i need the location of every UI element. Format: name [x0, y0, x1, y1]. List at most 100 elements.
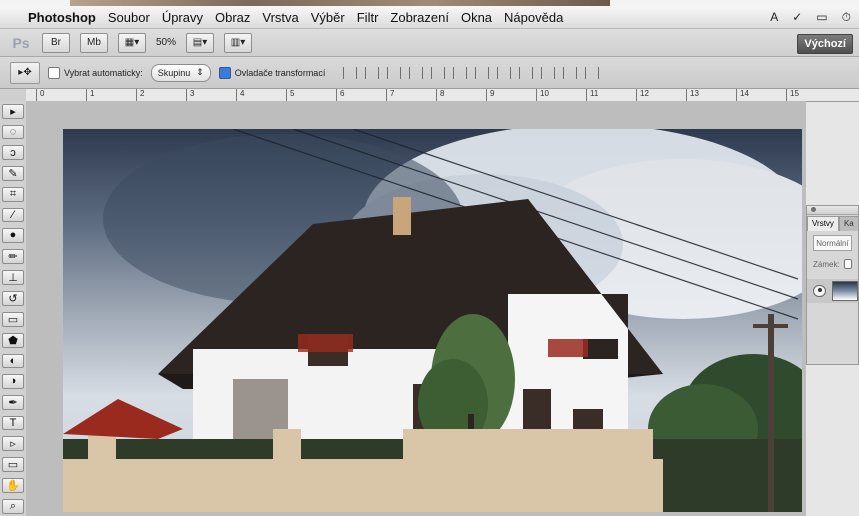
ruler-label-3: 3 [190, 89, 195, 98]
menu-vyber[interactable]: Výběr [311, 10, 345, 25]
stamp-tool-icon[interactable]: ⊥ [2, 269, 24, 285]
close-icon[interactable] [811, 207, 816, 212]
extras-button[interactable]: ▥▾ [224, 32, 253, 53]
arrange-documents-button[interactable]: ▦▾ [118, 32, 146, 53]
screen-mode-button[interactable]: ▤▾ [186, 32, 215, 53]
distribute-icon[interactable] [519, 66, 534, 79]
brush-tool-icon[interactable]: ✏ [2, 248, 24, 264]
panel-tabs: Vrstvy Ka [807, 215, 859, 231]
layer-row[interactable] [807, 279, 858, 303]
bridge-button[interactable]: Br [42, 32, 70, 53]
align-icon[interactable] [431, 66, 446, 79]
menu-obraz[interactable]: Obraz [215, 10, 250, 25]
distribute-icon[interactable] [563, 66, 578, 79]
menu-napoveda[interactable]: Nápověda [504, 10, 563, 25]
ruler-label-0: 0 [40, 89, 45, 98]
menu-vrstva[interactable]: Vrstva [262, 10, 298, 25]
photoshop-logo: Ps [12, 34, 30, 51]
clock-icon[interactable]: ⏱ [842, 10, 851, 25]
distribute-icon[interactable] [475, 66, 490, 79]
adobe-icon[interactable]: A [770, 10, 778, 24]
ruler-label-14: 14 [740, 89, 749, 98]
auto-select-box[interactable] [48, 66, 60, 79]
ruler-label-5: 5 [290, 89, 295, 98]
eraser-tool-icon[interactable]: ▭ [2, 311, 24, 327]
menu-okna[interactable]: Okna [461, 10, 492, 25]
menu-soubor[interactable]: Soubor [108, 10, 150, 25]
canvas-area[interactable] [26, 101, 806, 516]
menu-app-name[interactable]: Photoshop [28, 10, 96, 25]
ruler-label-7: 7 [390, 89, 395, 98]
align-distribute-icons [343, 66, 600, 79]
blend-mode-select[interactable]: Normální [813, 235, 852, 251]
align-icon[interactable] [365, 66, 380, 79]
options-bar: ▸✥ Vybrat automaticky: Skupinu ⇕ Ovladač… [0, 57, 859, 89]
workspace-button[interactable]: Výchozí [797, 34, 853, 54]
status-icons: A ✓ ▭ ⏱ [770, 6, 851, 28]
ruler-label-4: 4 [240, 89, 245, 98]
auto-select-label: Vybrat automaticky: [64, 67, 143, 78]
menu-zobrazeni[interactable]: Zobrazení [390, 10, 449, 25]
type-tool-icon[interactable]: T [2, 415, 24, 430]
move-tool-icon[interactable]: ▸ [2, 104, 24, 119]
ruler-label-13: 13 [690, 89, 699, 98]
layer-thumbnail [832, 281, 858, 301]
auto-select-checkbox[interactable]: Vybrat automaticky: [48, 66, 143, 79]
document-image[interactable] [63, 129, 802, 512]
distribute-icon[interactable] [497, 66, 512, 79]
zoom-level[interactable]: 50% [156, 37, 176, 48]
distribute-icon[interactable] [541, 66, 556, 79]
crop-tool-icon[interactable]: ⌗ [2, 186, 24, 202]
distribute-icon[interactable] [585, 66, 600, 79]
align-icon[interactable] [453, 66, 468, 79]
tab-layers[interactable]: Vrstvy [807, 215, 839, 231]
transform-controls-checkbox[interactable]: Ovladače transformací [218, 66, 326, 79]
blur-tool-icon[interactable]: ◐ [2, 353, 24, 369]
menu-filtr[interactable]: Filtr [357, 10, 379, 25]
ruler-label-15: 15 [790, 89, 799, 98]
align-icon[interactable] [343, 66, 358, 79]
visibility-eye-icon[interactable] [813, 285, 827, 297]
zoom-tool-icon[interactable]: ⌕ [2, 498, 24, 514]
lock-label: Zámek: [813, 259, 840, 269]
lock-transparent-checkbox[interactable] [843, 259, 852, 269]
menubar: Photoshop Soubor Úpravy Obraz Vrstva Výb… [0, 6, 859, 29]
ruler-label-2: 2 [140, 89, 145, 98]
fence-and-hedge [63, 429, 802, 512]
history-brush-tool-icon[interactable]: ↺ [2, 290, 24, 306]
quick-select-tool-icon[interactable]: ✎ [2, 165, 24, 181]
transform-controls-box[interactable] [218, 66, 231, 79]
house-photo-illustration [63, 129, 802, 512]
spot-heal-tool-icon[interactable]: ● [2, 228, 24, 243]
application-bar: Ps Br Mb ▦▾ 50% ▤▾ ▥▾ Výchozí [0, 29, 859, 57]
ruler-label-8: 8 [440, 89, 445, 98]
ruler-label-12: 12 [640, 89, 649, 98]
shape-tool-icon[interactable]: ▭ [2, 456, 24, 472]
display-icon[interactable]: ▭ [816, 10, 827, 24]
paint-bucket-tool-icon[interactable]: ⬟ [2, 332, 24, 348]
tool-preset-picker[interactable]: ▸✥ [10, 61, 40, 84]
tools-panel: ▸ ◌ ↄ ✎ ⌗ ∕ ● ✏ ⊥ ↺ ▭ ⬟ ◐ ◑ ✒ T ▹ ▭ ✋ ⌕ [2, 104, 24, 514]
hand-tool-icon[interactable]: ✋ [2, 477, 24, 493]
dodge-tool-icon[interactable]: ◑ [2, 374, 24, 389]
ruler-label-6: 6 [340, 89, 345, 98]
menu-upravy[interactable]: Úpravy [162, 10, 203, 25]
pen-tool-icon[interactable]: ✒ [2, 394, 24, 410]
chevron-updown-icon: ⇕ [196, 67, 204, 77]
ruler-label-10: 10 [540, 89, 549, 98]
auto-select-dropdown[interactable]: Skupinu ⇕ [150, 63, 211, 82]
layers-panel: Vrstvy Ka Normální Zámek: [806, 205, 859, 365]
ruler-label-9: 9 [490, 89, 495, 98]
align-icon[interactable] [387, 66, 402, 79]
marquee-tool-icon[interactable]: ◌ [2, 125, 24, 140]
mini-bridge-button[interactable]: Mb [80, 32, 108, 53]
align-icon[interactable] [409, 66, 424, 79]
transform-controls-label: Ovladače transformací [234, 67, 326, 78]
eyedropper-tool-icon[interactable]: ∕ [2, 207, 24, 223]
tab-channels[interactable]: Ka [838, 215, 859, 231]
ruler-label-1: 1 [90, 89, 95, 98]
path-select-tool-icon[interactable]: ▹ [2, 435, 24, 451]
check-icon[interactable]: ✓ [792, 10, 802, 24]
lasso-tool-icon[interactable]: ↄ [2, 145, 24, 160]
auto-select-value: Skupinu [157, 67, 191, 78]
